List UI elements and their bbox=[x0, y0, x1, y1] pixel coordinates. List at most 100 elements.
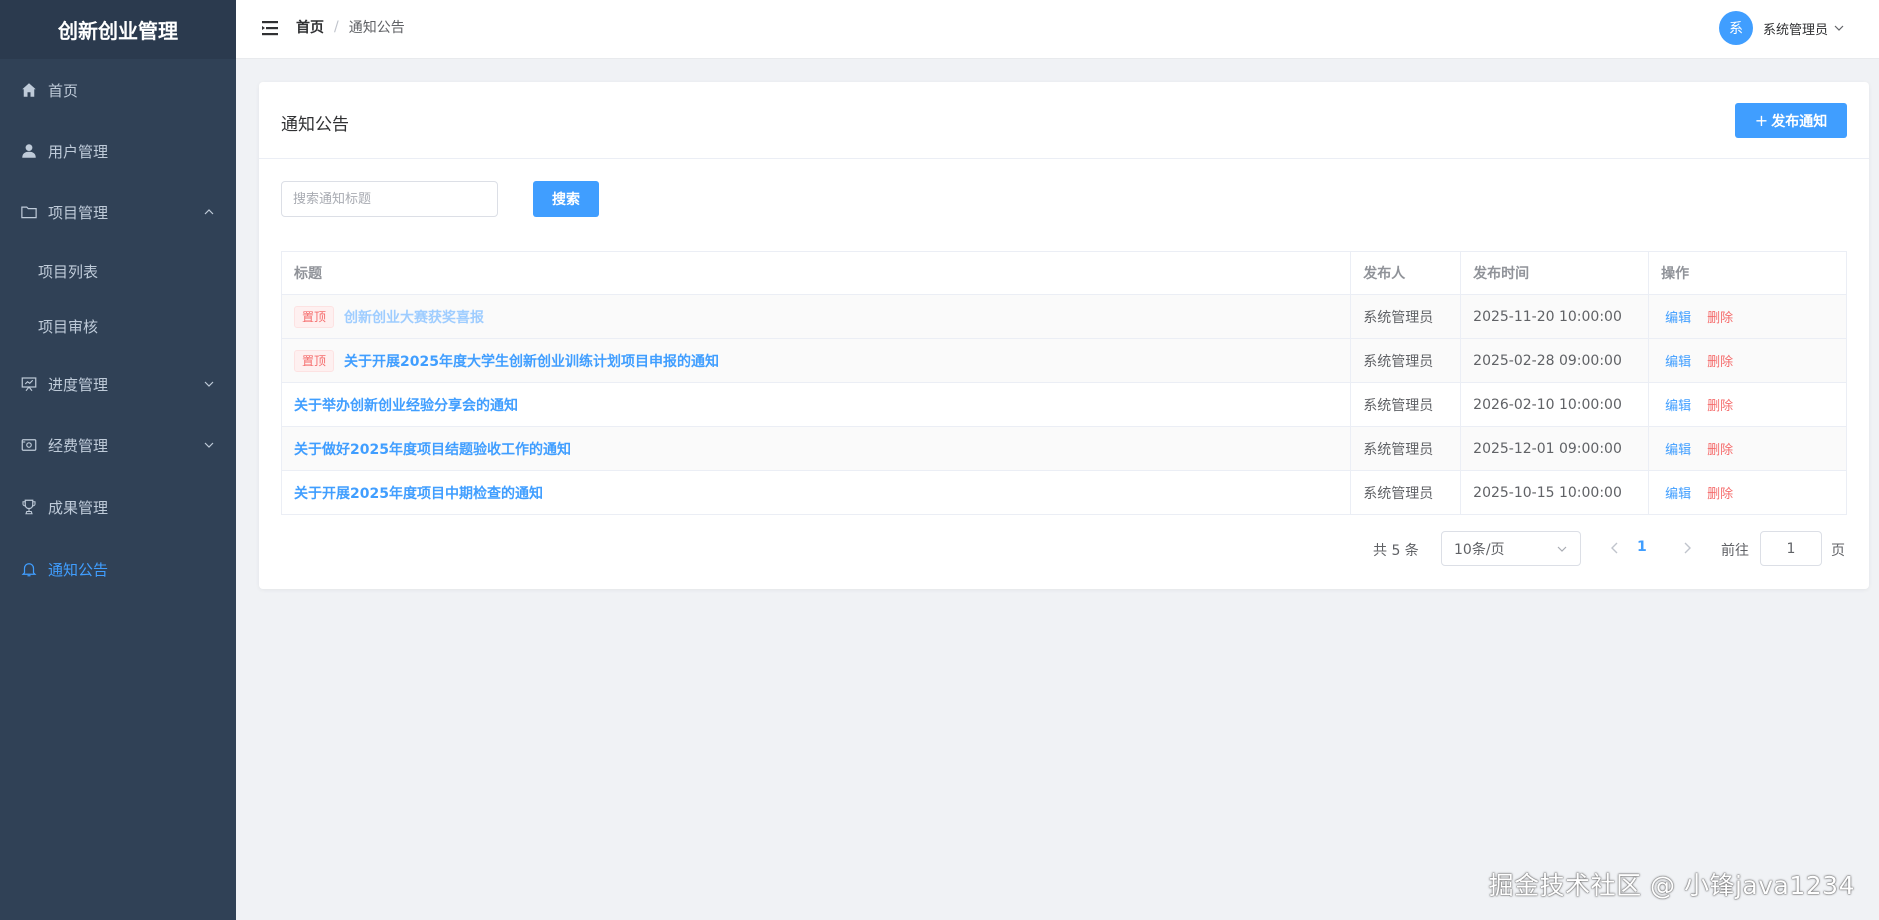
time-cell: 2025-10-15 10:00:00 bbox=[1460, 470, 1650, 515]
notice-card: 通知公告 + 发布通知 搜索 标题 发布人 发布时间 操作 置顶创新创业大赛获奖… bbox=[259, 82, 1869, 589]
title-cell: 置顶 创新创业大赛获奖喜报 bbox=[281, 294, 1352, 339]
breadcrumb-home[interactable]: 首页 bbox=[296, 17, 324, 37]
title-cell: 关于举办创新创业经验分享会的通知 bbox=[281, 382, 1352, 427]
sidebar-item-label: 项目列表 bbox=[38, 262, 99, 281]
column-header-time[interactable]: 发布时间 bbox=[1460, 251, 1650, 295]
sidebar-item-notices[interactable]: 通知公告 bbox=[0, 541, 236, 597]
ops-cell: 编辑 删除 bbox=[1648, 294, 1847, 339]
home-icon bbox=[18, 79, 40, 101]
page-number-current[interactable]: 1 bbox=[1637, 539, 1647, 555]
edit-button[interactable]: 编辑 bbox=[1665, 311, 1691, 326]
table-row: 关于举办创新创业经验分享会的通知 系统管理员 2026-02-10 10:00:… bbox=[281, 382, 1847, 427]
delete-button[interactable]: 删除 bbox=[1707, 399, 1733, 414]
table-row: 关于开展2025年度项目中期检查的通知 系统管理员 2025-10-15 10:… bbox=[281, 470, 1847, 515]
sidebar-item-label: 项目管理 bbox=[48, 203, 109, 222]
publish-notice-label: 发布通知 bbox=[1771, 113, 1828, 130]
avatar[interactable]: 系 bbox=[1719, 11, 1753, 45]
bell-icon bbox=[18, 558, 40, 580]
time-cell: 2025-02-28 09:00:00 bbox=[1460, 338, 1650, 383]
column-header-title[interactable]: 标题 bbox=[281, 251, 1352, 295]
user-name[interactable]: 系统管理员 bbox=[1763, 19, 1828, 38]
ops-cell: 编辑 删除 bbox=[1648, 338, 1847, 383]
sidebar-item-home[interactable]: 首页 bbox=[0, 62, 236, 118]
hamburger-menu-icon[interactable] bbox=[260, 18, 280, 38]
publisher-cell: 系统管理员 bbox=[1350, 382, 1462, 427]
app-logo-title: 创新创业管理 bbox=[0, 0, 236, 59]
table-row: 置顶 创新创业大赛获奖喜报 系统管理员 2025-11-20 10:00:00 编… bbox=[281, 294, 1847, 339]
user-icon bbox=[18, 140, 40, 162]
ops-cell: 编辑 删除 bbox=[1648, 382, 1847, 427]
publisher-cell: 系统管理员 bbox=[1350, 294, 1462, 339]
column-header-publisher[interactable]: 发布人 bbox=[1350, 251, 1462, 295]
title-cell: 关于做好2025年度项目结题验收工作的通知 bbox=[281, 426, 1352, 471]
breadcrumb: 首页 / 通知公告 bbox=[296, 17, 405, 37]
sidebar-item-project-review[interactable]: 项目审核 bbox=[0, 298, 236, 354]
delete-button[interactable]: 删除 bbox=[1707, 487, 1733, 502]
table-row: 置顶 关于开展2025年度大学生创新创业训练计划项目申报的通知 系统管理员 202… bbox=[281, 338, 1847, 383]
delete-button[interactable]: 删除 bbox=[1707, 443, 1733, 458]
sidebar-item-label: 成果管理 bbox=[48, 498, 109, 517]
trophy-icon bbox=[18, 496, 40, 518]
prev-page-icon[interactable] bbox=[1607, 540, 1623, 556]
edit-button[interactable]: 编辑 bbox=[1665, 355, 1691, 370]
notice-table: 标题 发布人 发布时间 操作 置顶 创新创业大赛获奖喜报 系统管理员 2025-1… bbox=[281, 251, 1847, 515]
sidebar-item-label: 通知公告 bbox=[48, 560, 109, 579]
sidebar-item-funding[interactable]: 经费管理 bbox=[0, 417, 236, 473]
page-size-value: 10条/页 bbox=[1454, 541, 1505, 558]
user-menu[interactable]: 系 系统管理员 bbox=[1719, 10, 1879, 46]
delete-button[interactable]: 删除 bbox=[1707, 311, 1733, 326]
sidebar-item-label: 经费管理 bbox=[48, 436, 109, 455]
breadcrumb-separator: / bbox=[334, 19, 339, 35]
pagination: 共 5 条 10条/页 1 前往 页 bbox=[259, 531, 1847, 567]
chevron-down-icon bbox=[204, 442, 214, 448]
sidebar-item-projects[interactable]: 项目管理 bbox=[0, 184, 236, 240]
edit-button[interactable]: 编辑 bbox=[1665, 487, 1691, 502]
notice-title-link[interactable]: 关于做好2025年度项目结题验收工作的通知 bbox=[294, 442, 571, 458]
goto-page-input[interactable] bbox=[1760, 531, 1822, 566]
delete-button[interactable]: 删除 bbox=[1707, 355, 1733, 370]
sidebar-item-users[interactable]: 用户管理 bbox=[0, 123, 236, 179]
sidebar-item-achievements[interactable]: 成果管理 bbox=[0, 479, 236, 535]
search-button[interactable]: 搜索 bbox=[533, 181, 599, 217]
card-header: 通知公告 + 发布通知 bbox=[259, 82, 1869, 159]
chevron-down-icon bbox=[1557, 546, 1567, 552]
pinned-tag: 置顶 bbox=[294, 305, 335, 328]
next-page-icon[interactable] bbox=[1679, 540, 1695, 556]
notice-title-link[interactable]: 关于开展2025年度大学生创新创业训练计划项目申报的通知 bbox=[344, 354, 719, 370]
publisher-cell: 系统管理员 bbox=[1350, 426, 1462, 471]
sidebar-item-label: 首页 bbox=[48, 81, 79, 100]
title-cell: 置顶 关于开展2025年度大学生创新创业训练计划项目申报的通知 bbox=[281, 338, 1352, 383]
publisher-cell: 系统管理员 bbox=[1350, 338, 1462, 383]
edit-button[interactable]: 编辑 bbox=[1665, 443, 1691, 458]
notice-title-link[interactable]: 关于举办创新创业经验分享会的通知 bbox=[294, 398, 518, 414]
ops-cell: 编辑 删除 bbox=[1648, 470, 1847, 515]
table-header-row: 标题 发布人 发布时间 操作 bbox=[281, 251, 1847, 295]
page-size-select[interactable]: 10条/页 bbox=[1441, 531, 1581, 566]
page-suffix-label: 页 bbox=[1831, 543, 1845, 559]
title-cell: 关于开展2025年度项目中期检查的通知 bbox=[281, 470, 1352, 515]
search-input[interactable] bbox=[281, 181, 498, 217]
chevron-down-icon bbox=[204, 381, 214, 387]
pinned-tag: 置顶 bbox=[294, 349, 335, 372]
goto-label: 前往 bbox=[1721, 543, 1749, 559]
wallet-icon bbox=[18, 434, 40, 456]
page-title: 通知公告 bbox=[281, 115, 349, 135]
notice-title-link[interactable]: 关于开展2025年度项目中期检查的通知 bbox=[294, 486, 543, 502]
sidebar-item-label: 项目审核 bbox=[38, 317, 99, 336]
sidebar-item-label: 用户管理 bbox=[48, 142, 109, 161]
table-row: 关于做好2025年度项目结题验收工作的通知 系统管理员 2025-12-01 0… bbox=[281, 426, 1847, 471]
publish-notice-button[interactable]: + 发布通知 bbox=[1735, 103, 1847, 138]
pagination-total: 共 5 条 bbox=[1373, 543, 1419, 559]
chevron-up-icon bbox=[204, 209, 214, 215]
chevron-down-icon[interactable] bbox=[1833, 22, 1845, 34]
top-header: 首页 / 通知公告 系 系统管理员 bbox=[236, 0, 1879, 59]
ops-cell: 编辑 删除 bbox=[1648, 426, 1847, 471]
time-cell: 2025-12-01 09:00:00 bbox=[1460, 426, 1650, 471]
sidebar: 创新创业管理 首页 用户管理 项目管理 项目列表 项目审核 进度管理 经费管理 … bbox=[0, 0, 236, 920]
column-header-ops: 操作 bbox=[1648, 251, 1847, 295]
sidebar-item-progress[interactable]: 进度管理 bbox=[0, 356, 236, 412]
breadcrumb-current: 通知公告 bbox=[348, 20, 405, 36]
notice-title-link[interactable]: 创新创业大赛获奖喜报 bbox=[344, 310, 484, 326]
sidebar-item-project-list[interactable]: 项目列表 bbox=[0, 243, 236, 299]
edit-button[interactable]: 编辑 bbox=[1665, 399, 1691, 414]
